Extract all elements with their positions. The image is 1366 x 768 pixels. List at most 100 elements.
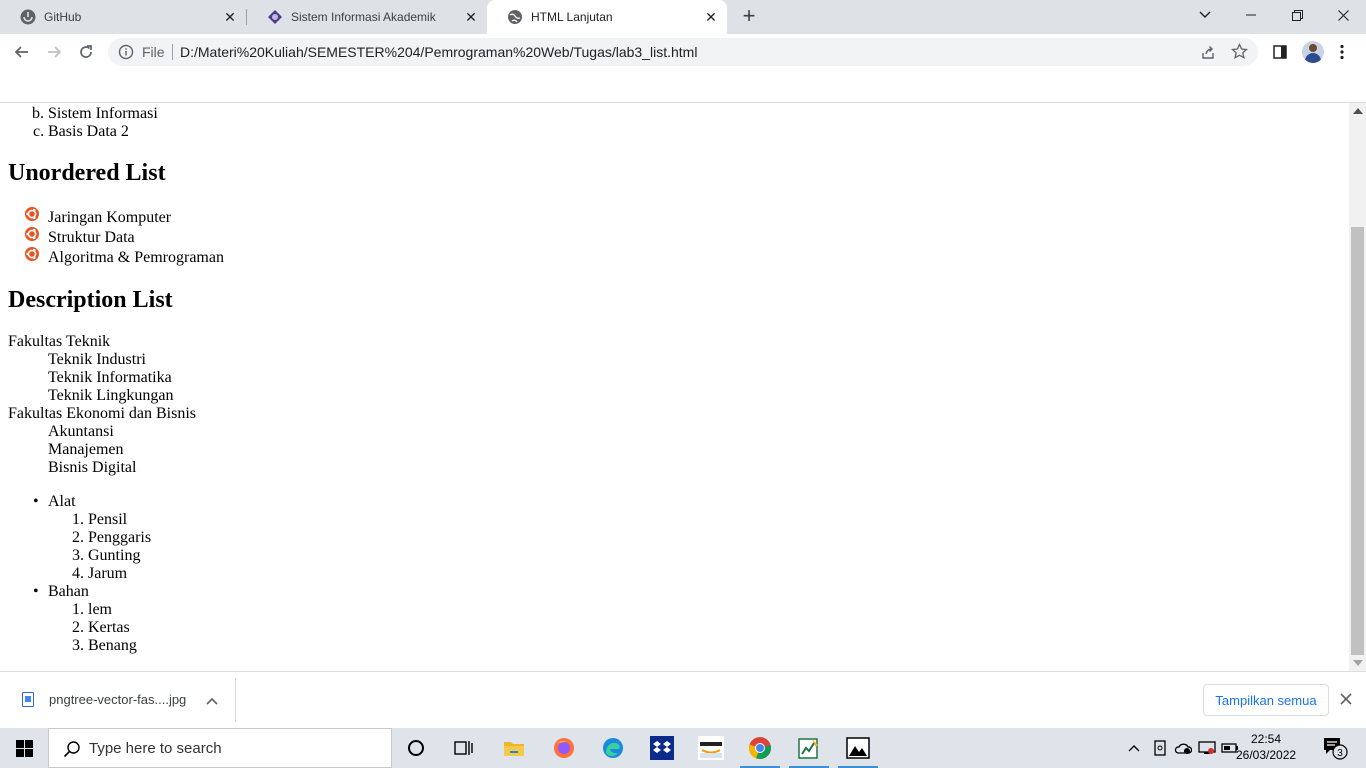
list-item-text: Benang — [88, 637, 137, 654]
description-definition: Manajemen — [48, 441, 124, 458]
photos-icon[interactable] — [834, 728, 882, 768]
address-bar[interactable]: File D:/Materi%20Kuliah/SEMESTER%204/Pem… — [108, 38, 1258, 66]
system-clock[interactable]: 22:54 26/03/2022 — [1236, 731, 1296, 763]
download-filename: pngtree-vector-fas....jpg — [49, 692, 187, 707]
avatar — [1302, 41, 1324, 63]
list-marker: c. — [33, 123, 45, 140]
task-view-icon[interactable] — [440, 728, 488, 768]
side-panel-icon[interactable] — [1266, 38, 1294, 66]
list-item-text: Alat — [48, 493, 76, 510]
tab-strip: GitHub ✕ Sistem Informasi Akademik ✕ HTM… — [0, 0, 1366, 34]
list-item-text: Kertas — [88, 619, 130, 636]
chevron-up-icon[interactable] — [1124, 728, 1144, 768]
amazon-icon[interactable] — [687, 728, 735, 768]
onedrive-icon[interactable] — [1172, 728, 1194, 768]
github-icon — [20, 9, 36, 25]
ubuntu-logo-icon — [25, 227, 39, 241]
list-item-text: Jaringan Komputer — [48, 209, 172, 226]
list-marker: 3. — [72, 637, 84, 654]
description-term: Fakultas Ekonomi dan Bisnis — [8, 405, 196, 422]
file-explorer-icon[interactable] — [490, 728, 538, 768]
image-file-icon — [22, 692, 34, 707]
close-download-bar-icon[interactable] — [1340, 692, 1352, 710]
back-button[interactable] — [8, 38, 36, 66]
ubuntu-logo-icon — [25, 247, 39, 261]
scroll-up-arrow-icon[interactable] — [1353, 108, 1363, 114]
windows-taskbar: Type here to search 22:54 26/03/2022 3 — [0, 728, 1366, 768]
device-icon[interactable] — [1150, 728, 1170, 768]
tab-html-lanjutan[interactable]: HTML Lanjutan ✕ — [487, 0, 727, 34]
forward-button[interactable] — [40, 38, 68, 66]
chrome-icon[interactable] — [736, 728, 784, 768]
description-term: Fakultas Teknik — [8, 333, 111, 350]
network-icon[interactable] — [1196, 728, 1218, 768]
profile-avatar[interactable] — [1299, 38, 1327, 66]
description-definition: Teknik Informatika — [48, 369, 172, 386]
close-window-button[interactable] — [1320, 0, 1366, 30]
tab-search-chevron-icon[interactable] — [1182, 0, 1228, 30]
list-item-text: Penggaris — [88, 529, 152, 546]
list-marker: b. — [32, 105, 44, 122]
description-definition: Teknik Industri — [48, 351, 146, 368]
share-icon[interactable] — [1200, 44, 1216, 63]
list-item-text: lem — [88, 601, 112, 618]
bullet-icon: • — [33, 493, 39, 510]
clock-date: 26/03/2022 — [1236, 748, 1297, 762]
minimize-button[interactable] — [1228, 0, 1274, 30]
reload-button[interactable] — [72, 38, 100, 66]
university-logo-icon — [267, 9, 283, 25]
list-marker: 3. — [72, 547, 84, 564]
cortana-icon[interactable] — [392, 728, 440, 768]
description-definition: Bisnis Digital — [48, 459, 137, 476]
list-item-text: Algoritma & Pemrograman — [48, 249, 224, 266]
description-definition: Akuntansi — [48, 423, 114, 440]
list-item-text: Pensil — [88, 511, 128, 528]
show-all-downloads-button[interactable]: Tampilkan semua — [1203, 684, 1329, 716]
list-marker: 2. — [72, 619, 84, 636]
tab-label: HTML Lanjutan — [531, 10, 613, 24]
list-marker: 2. — [72, 529, 84, 546]
start-button[interactable] — [0, 728, 48, 768]
list-item: c. — [33, 123, 44, 141]
taskbar-search-box[interactable]: Type here to search — [48, 728, 392, 768]
search-icon — [63, 740, 81, 763]
download-bar: pngtree-vector-fas....jpg Tampilkan semu… — [0, 671, 1366, 728]
notification-center-icon[interactable]: 3 — [1322, 736, 1348, 765]
list-marker: 1. — [72, 511, 84, 528]
close-tab-icon[interactable]: ✕ — [222, 9, 238, 25]
scheme-label: File — [142, 44, 165, 60]
info-icon[interactable] — [118, 44, 134, 63]
search-placeholder: Type here to search — [89, 740, 222, 757]
chevron-up-icon[interactable] — [206, 692, 218, 710]
tab-label: Sistem Informasi Akademik — [291, 10, 436, 24]
notification-count: 3 — [1337, 748, 1343, 759]
browser-toolbar: File D:/Materi%20Kuliah/SEMESTER%204/Pem… — [0, 34, 1366, 70]
close-tab-icon[interactable]: ✕ — [703, 9, 719, 25]
new-tab-button[interactable]: + — [737, 5, 761, 29]
list-item-text: Sistem Informasi — [48, 105, 158, 122]
list-marker: 4. — [72, 565, 84, 582]
close-tab-icon[interactable]: ✕ — [463, 9, 479, 25]
vertical-scrollbar[interactable] — [1349, 103, 1366, 671]
office-app-icon[interactable] — [785, 728, 833, 768]
dropbox-icon[interactable] — [638, 728, 686, 768]
ubuntu-logo-icon — [25, 207, 39, 221]
edge-icon[interactable] — [589, 728, 637, 768]
list-item-text: Gunting — [88, 547, 141, 564]
menu-kebab-icon[interactable] — [1328, 38, 1356, 66]
list-item-text: Jarum — [88, 565, 128, 582]
windows-logo-icon — [15, 739, 33, 757]
firefox-icon[interactable] — [540, 728, 588, 768]
scroll-thumb[interactable] — [1351, 227, 1364, 655]
scroll-down-arrow-icon[interactable] — [1353, 660, 1363, 666]
restore-button[interactable] — [1274, 0, 1320, 30]
tab-github[interactable]: GitHub ✕ — [0, 0, 246, 34]
unordered-list-heading: Unordered List — [8, 160, 166, 186]
tab-sistem-informasi-akademik[interactable]: Sistem Informasi Akademik ✕ — [247, 0, 487, 34]
url-text[interactable]: D:/Materi%20Kuliah/SEMESTER%204/Pemrogra… — [180, 44, 697, 60]
list-item: b. — [32, 105, 44, 123]
clock-time: 22:54 — [1250, 732, 1282, 746]
omnibox-divider — [172, 44, 173, 60]
bookmark-star-icon[interactable] — [1230, 42, 1249, 63]
download-item[interactable]: pngtree-vector-fas....jpg — [0, 678, 236, 722]
